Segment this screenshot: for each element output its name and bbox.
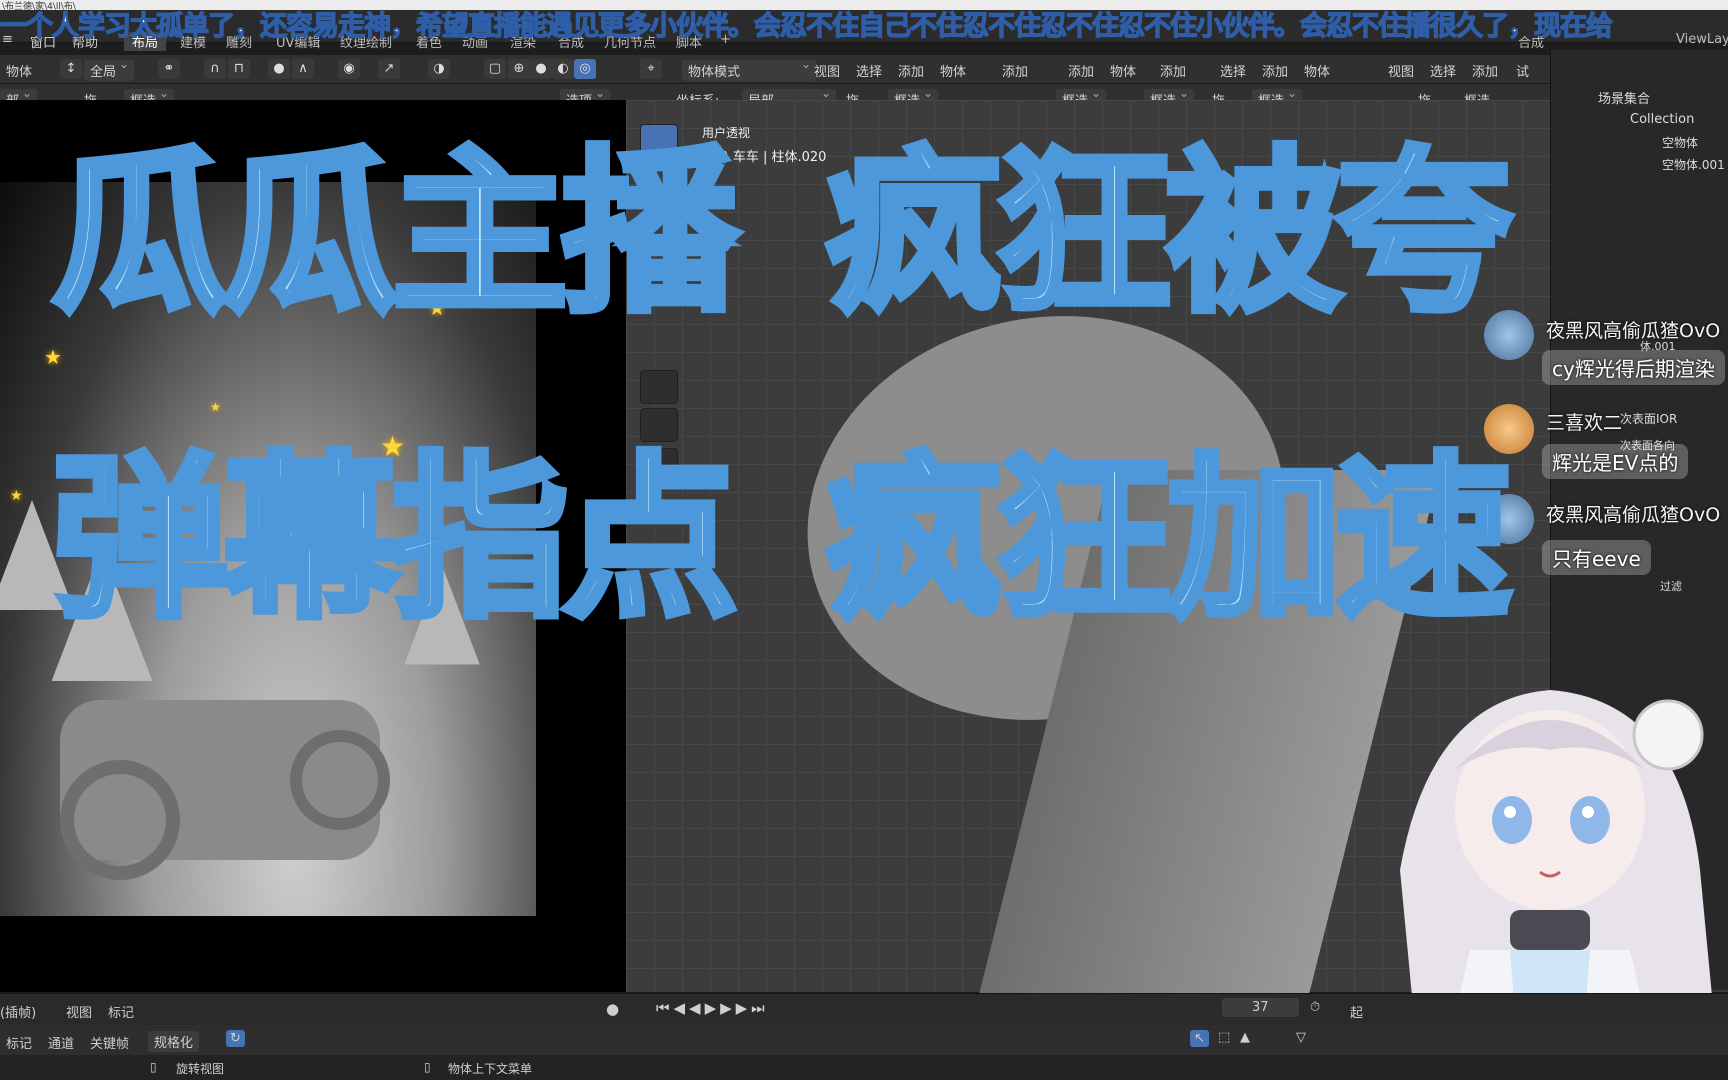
status-context-hint: 物体上下文菜单 <box>448 1062 533 1076</box>
caption-line2-left: 弹幕指点 <box>48 437 741 642</box>
box-select-icon[interactable]: ⬚ <box>1218 1030 1230 1045</box>
menu-add[interactable]: 添加 <box>898 61 924 80</box>
menu-select-3[interactable]: 选择 <box>1430 61 1456 80</box>
normalize-toggle[interactable]: 规格化 <box>148 1031 200 1052</box>
status-bar: ▯ 旋转视图 ▯ 物体上下文菜单 <box>0 1055 1728 1080</box>
menu-object-3[interactable]: 物体 <box>1304 61 1330 80</box>
editor-type-icon[interactable]: ⌖ <box>640 59 662 79</box>
menu-select[interactable]: 选择 <box>856 61 882 80</box>
overlay-icon[interactable]: ◑ <box>428 59 450 79</box>
solid-shading-icon[interactable]: ● <box>530 59 552 79</box>
menu-object-2[interactable]: 物体 <box>1110 61 1136 80</box>
mouse-icon: ▯ <box>424 1060 431 1074</box>
danmaku-overlay: 一个人学习太孤单了，还容易走神，希望直播能遇见更多小伙伴。会忍不住自己不住忍不住… <box>0 10 1614 42</box>
record-icon[interactable]: ● <box>606 1000 619 1018</box>
snap-icon[interactable]: ∩ <box>204 59 226 79</box>
mode-dropdown[interactable]: 物体模式 <box>682 57 816 81</box>
pivot-icon[interactable]: ⚭ <box>158 59 180 79</box>
xray-icon[interactable]: ▢ <box>484 59 506 79</box>
gizmo-icon[interactable]: ↗ <box>378 59 400 79</box>
clock-icon[interactable]: ⏱ <box>1310 1000 1320 1015</box>
menu-add-4[interactable]: 添加 <box>1160 61 1186 80</box>
caption-line2-right: 疯狂加速 <box>822 437 1515 642</box>
scooter-wheel <box>60 760 180 880</box>
menu-add-3[interactable]: 添加 <box>1068 61 1094 80</box>
menu-view-2[interactable]: 视图 <box>1388 61 1414 80</box>
caption-line1-right: 疯狂被夸 <box>822 131 1515 336</box>
status-rotate-hint: 旋转视图 <box>176 1062 225 1076</box>
scooter-wheel <box>290 730 390 830</box>
chat-username: 三喜欢二 <box>1546 412 1623 434</box>
menu-select-2[interactable]: 选择 <box>1220 61 1246 80</box>
transform-orientation-dropdown[interactable]: 全局 <box>84 57 135 81</box>
menu-view[interactable]: 视图 <box>814 61 840 80</box>
star-icon: ★ <box>210 400 221 414</box>
outliner-collection[interactable]: Collection <box>1630 112 1694 127</box>
material-shading-icon[interactable]: ◐ <box>552 59 574 79</box>
visibility-eye-icon[interactable]: ◉ <box>338 59 360 79</box>
timeline-view-menu[interactable]: 视图 <box>66 1002 92 1021</box>
playback-controls[interactable]: ⏮◀◀▶▶▶⏭ <box>656 999 769 1017</box>
menu-test[interactable]: 试 <box>1516 61 1529 80</box>
object-menu[interactable]: 物体 <box>6 61 32 80</box>
auto-normalize-icon[interactable]: ↻ <box>226 1030 245 1047</box>
left-header-row1: 物体 ↕ 全局 ⚭ ∩ ⊓ ● ∧ ◉ ↗ ◑ ▢ ⊕ ● ◐ ◎ <box>0 55 626 84</box>
menu-add-6[interactable]: 添加 <box>1472 61 1498 80</box>
chat-username: 夜黑风高偷瓜猹OvO <box>1546 504 1721 526</box>
property-filter: 过滤 <box>1660 580 1682 593</box>
graph-channel-menu[interactable]: 通道 <box>48 1033 74 1052</box>
timeline-marker-menu[interactable]: 标记 <box>108 1002 134 1021</box>
keying-mode-dropdown[interactable]: (插帧) <box>0 1002 36 1021</box>
mouse-icon: ▯ <box>150 1060 157 1074</box>
property-ior: 次表面IOR <box>1620 412 1678 426</box>
chat-message: 只有eeve <box>1542 540 1651 575</box>
star-icon: ★ <box>44 345 62 369</box>
warning-icon[interactable]: ▲ <box>1240 1030 1250 1045</box>
timeline-header: (插帧) 视图 标记 ● ⏮◀◀▶▶▶⏭ 37 ⏱ 起 <box>0 993 1728 1026</box>
rendered-shading-icon[interactable]: ◎ <box>574 59 596 79</box>
graph-editor-header: 标记 通道 关键帧 规格化 ↻ ↖ ⬚ ▲ ▽ <box>0 1025 1728 1055</box>
graph-marker-menu[interactable]: 标记 <box>6 1033 32 1052</box>
snap-target-icon[interactable]: ⊓ <box>228 59 250 79</box>
chat-username: 夜黑风高偷瓜猹OvO <box>1546 320 1721 342</box>
chat-message: 辉光是EV点的 <box>1542 444 1689 479</box>
outliner-scene-collection[interactable]: 场景集合 <box>1598 88 1650 107</box>
current-frame-field[interactable]: 37 <box>1222 998 1299 1017</box>
filter-icon[interactable]: ▽ <box>1296 1030 1306 1045</box>
transform-icon[interactable]: ↕ <box>60 59 82 79</box>
menu-add-5[interactable]: 添加 <box>1262 61 1288 80</box>
viewport-header-row1: ⌖ 物体模式 视图 选择 添加 物体 添加 添加 物体 添加 选择 添加 物体 … <box>626 55 1550 84</box>
falloff-icon[interactable]: ∧ <box>292 59 314 79</box>
outliner-empty-001[interactable]: 空物体.001 <box>1662 156 1725 173</box>
select-cursor-icon[interactable]: ↖ <box>1190 1030 1209 1047</box>
star-icon: ★ <box>10 488 23 504</box>
chat-message: cy辉光得后期渲染 <box>1542 350 1725 385</box>
graph-keyframe-menu[interactable]: 关键帧 <box>90 1033 129 1052</box>
annotate-tool-icon[interactable] <box>640 370 678 404</box>
outliner-empty[interactable]: 空物体 <box>1662 134 1698 151</box>
proportional-edit-icon[interactable]: ● <box>268 59 290 79</box>
caption-line1-left: 瓜瓜主播 <box>48 131 741 336</box>
menu-add-2[interactable]: 添加 <box>1002 61 1028 80</box>
menu-object[interactable]: 物体 <box>940 61 966 80</box>
wireframe-shading-icon[interactable]: ⊕ <box>508 59 530 79</box>
start-frame-label[interactable]: 起 <box>1350 1002 1363 1021</box>
